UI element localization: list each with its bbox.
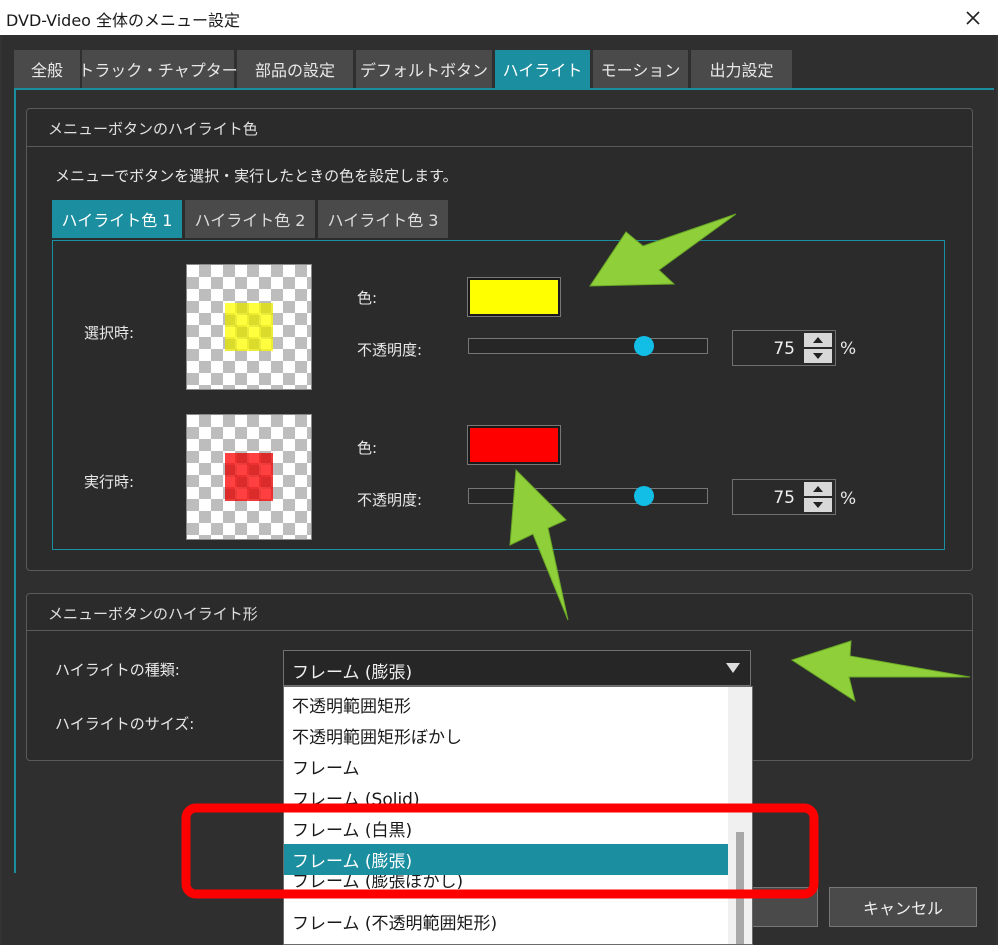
annotation-arrow	[509, 468, 569, 621]
annotation-arrow	[589, 213, 737, 287]
annotation-box	[181, 803, 819, 899]
annotation-overlay	[181, 213, 971, 899]
annotation-arrow	[790, 640, 971, 703]
